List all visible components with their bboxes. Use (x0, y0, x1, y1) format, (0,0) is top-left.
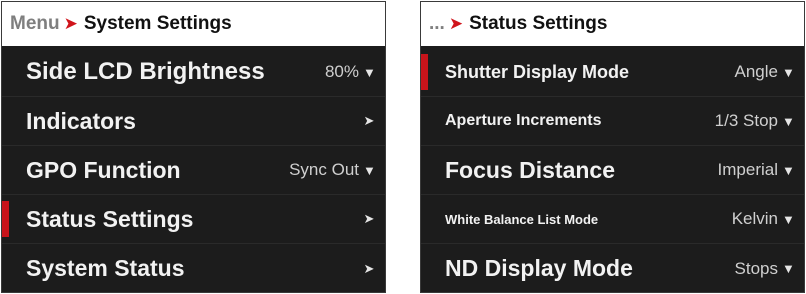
menu-item-label: White Balance List Mode (445, 211, 599, 227)
breadcrumb: Menu ➤ System Settings (2, 2, 385, 48)
menu-item-system-status[interactable]: System Status ➤ (2, 244, 385, 292)
menu-item-label: Status Settings (26, 205, 194, 232)
menu-item-side-lcd-brightness[interactable]: Side LCD Brightness 80% ▼ (2, 48, 385, 97)
menu-item-value: Angle (734, 62, 778, 81)
menu-item-value: Imperial (717, 160, 778, 179)
menu-item-value: Sync Out (289, 160, 359, 179)
dropdown-arrow-icon[interactable]: ▼ (782, 65, 795, 80)
menu-item-indicators[interactable]: Indicators ➤ (2, 97, 385, 146)
system-settings-panel: Menu ➤ System Settings Side LCD Brightne… (1, 1, 386, 293)
breadcrumb-current: Status Settings (469, 13, 608, 34)
menu-item-label: Indicators (26, 107, 136, 134)
menu-item-label: Side LCD Brightness (26, 58, 265, 85)
breadcrumb: ... ➤ Status Settings (421, 2, 804, 48)
menu-item-label: ND Display Mode (445, 255, 633, 281)
menu-item-status-settings[interactable]: Status Settings ➤ (2, 195, 385, 244)
menu-item-aperture-increments[interactable]: Aperture Increments 1/3 Stop ▼ (421, 97, 804, 146)
dropdown-arrow-icon[interactable]: ▼ (782, 261, 795, 276)
menu-item-label: GPO Function (26, 156, 181, 183)
menu-item-value: 1/3 Stop (714, 111, 778, 130)
breadcrumb-ellipsis-link[interactable]: ... (429, 13, 445, 35)
breadcrumb-current: System Settings (83, 13, 232, 34)
chevron-right-icon[interactable]: ➤ (363, 113, 375, 129)
menu-item-value: Kelvin (731, 209, 778, 228)
menu-item-nd-display-mode[interactable]: ND Display Mode Stops ▼ (421, 244, 804, 292)
dropdown-arrow-icon[interactable]: ▼ (782, 212, 795, 227)
menu-item-gpo-function[interactable]: GPO Function Sync Out ▼ (2, 146, 385, 195)
menu-item-label: Aperture Increments (445, 112, 602, 129)
menu-item-white-balance-list-mode[interactable]: White Balance List Mode Kelvin ▼ (421, 195, 804, 244)
dropdown-arrow-icon[interactable]: ▼ (363, 65, 376, 80)
menu-item-shutter-display-mode[interactable]: Shutter Display Mode Angle ▼ (421, 48, 804, 97)
menu-item-label: System Status (26, 255, 185, 281)
chevron-right-icon[interactable]: ➤ (363, 211, 375, 227)
menu-item-focus-distance[interactable]: Focus Distance Imperial ▼ (421, 146, 804, 195)
breadcrumb-menu-link[interactable]: Menu (10, 13, 60, 35)
status-settings-panel: ... ➤ Status Settings Shutter Display Mo… (420, 1, 805, 293)
menu-item-label: Focus Distance (445, 156, 615, 183)
menu-item-label: Shutter Display Mode (445, 61, 630, 82)
menu-item-value: Stops (734, 258, 778, 278)
chevron-right-icon[interactable]: ➤ (363, 261, 375, 277)
dropdown-arrow-icon[interactable]: ▼ (782, 163, 795, 178)
breadcrumb-arrow-icon: ➤ (63, 14, 78, 33)
menu-list: Shutter Display Mode Angle ▼ Aperture In… (421, 48, 804, 292)
dropdown-arrow-icon[interactable]: ▼ (363, 163, 376, 178)
menu-item-value: 80% (324, 62, 359, 81)
menu-list: Side LCD Brightness 80% ▼ Indicators ➤ G… (2, 48, 385, 292)
dropdown-arrow-icon[interactable]: ▼ (782, 114, 795, 129)
breadcrumb-arrow-icon: ➤ (448, 14, 464, 33)
